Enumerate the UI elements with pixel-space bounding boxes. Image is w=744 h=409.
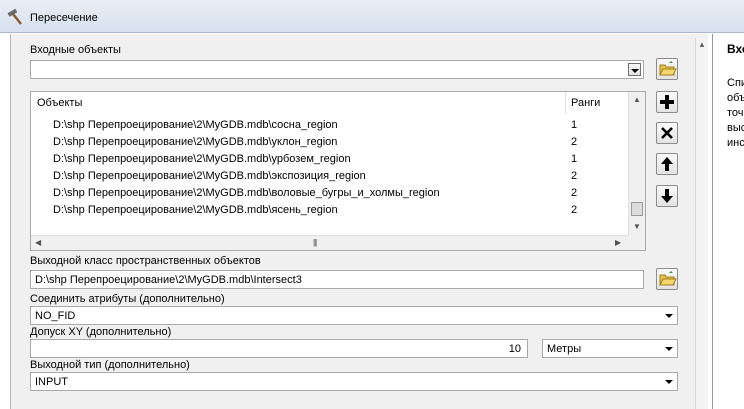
rank-value[interactable]: 2 [571, 136, 577, 148]
join-attributes-select[interactable]: NO_FID [30, 306, 678, 325]
arrow-up-icon [661, 157, 673, 171]
scroll-right-icon[interactable]: ▶ [615, 238, 621, 247]
arrow-down-icon [661, 189, 673, 203]
folder-open-icon [659, 61, 677, 76]
object-path: D:\shp Перепроецирование\2\MyGDB.mdb\экс… [53, 170, 366, 182]
browse-output-button[interactable] [656, 268, 678, 290]
scroll-grip-icon[interactable]: ||| [313, 238, 317, 247]
scroll-up-icon[interactable]: ▲ [633, 95, 641, 104]
output-type-label: Выходной тип (дополнительно) [30, 359, 190, 371]
chevron-down-icon [665, 347, 673, 351]
hammer-icon [7, 8, 22, 25]
rank-value[interactable]: 2 [571, 187, 577, 199]
object-path: D:\shp Перепроецирование\2\MyGDB.mdb\ясе… [53, 204, 338, 216]
column-header-objects[interactable]: Объекты [31, 92, 565, 114]
scroll-corner [628, 235, 645, 250]
output-type-select[interactable]: INPUT [30, 372, 678, 391]
chevron-down-icon [665, 380, 673, 384]
plus-icon [660, 95, 674, 109]
xy-tolerance-input[interactable]: 10 [30, 339, 528, 358]
help-text-line: точ [727, 107, 744, 119]
x-icon [661, 127, 673, 139]
object-path: D:\shp Перепроецирование\2\MyGDB.mdb\сос… [53, 119, 338, 131]
scroll-left-icon[interactable]: ◀ [35, 238, 41, 247]
column-header-ranks[interactable]: Ранги [565, 92, 628, 114]
table-row[interactable]: D:\shp Перепроецирование\2\MyGDB.mdb\экс… [31, 168, 627, 185]
help-title: Вхо [727, 42, 744, 56]
help-text-line: инс [727, 137, 744, 149]
xy-tolerance-unit-select[interactable]: Метры [542, 339, 678, 358]
rank-value[interactable]: 1 [571, 153, 577, 165]
table-row[interactable]: D:\shp Перепроецирование\2\MyGDB.mdb\ясе… [31, 202, 627, 219]
input-features-table: Объекты Ранги D:\shp Перепроецирование\2… [30, 91, 646, 251]
rank-value[interactable]: 1 [571, 119, 577, 131]
help-text-line: объ [727, 92, 744, 104]
title-bar: Пересечение [0, 0, 744, 33]
rank-value[interactable]: 2 [571, 170, 577, 182]
help-text-line: выс [727, 122, 744, 134]
xy-tolerance-label: Допуск XY (дополнительно) [30, 326, 172, 338]
object-path: D:\shp Перепроецирование\2\MyGDB.mdb\урб… [53, 153, 351, 165]
browse-input-button[interactable] [656, 58, 678, 80]
help-text-line: Спи [727, 77, 744, 89]
scroll-thumb[interactable] [631, 202, 643, 216]
output-label: Выходной класс пространственных объектов [30, 255, 261, 267]
object-path: D:\shp Перепроецирование\2\MyGDB.mdb\вол… [53, 187, 440, 199]
table-vertical-scrollbar[interactable]: ▲ ▼ [628, 92, 645, 235]
chevron-down-icon [631, 69, 639, 73]
chevron-down-icon [665, 314, 673, 318]
input-features-combo[interactable] [30, 60, 644, 79]
remove-row-button[interactable] [656, 122, 678, 144]
window-title: Пересечение [30, 12, 98, 24]
help-panel: Вхо Спи объ точ выс инс [712, 34, 744, 409]
rank-value[interactable]: 2 [571, 204, 577, 216]
move-up-button[interactable] [656, 153, 678, 175]
input-features-label: Входные объекты [30, 44, 121, 56]
scroll-down-icon[interactable]: ▼ [633, 222, 641, 231]
form-scrollbar[interactable] [695, 38, 708, 409]
object-path: D:\shp Перепроецирование\2\MyGDB.mdb\укл… [53, 136, 338, 148]
table-horizontal-scrollbar[interactable]: ◀ ||| ▶ [31, 235, 628, 250]
scroll-up-icon[interactable]: ▲ [697, 40, 707, 50]
table-row[interactable]: D:\shp Перепроецирование\2\MyGDB.mdb\укл… [31, 134, 627, 151]
join-attributes-label: Соединить атрибуты (дополнительно) [30, 293, 225, 305]
table-row[interactable]: D:\shp Перепроецирование\2\MyGDB.mdb\сос… [31, 117, 627, 134]
output-path-input[interactable]: D:\shp Перепроецирование\2\MyGDB.mdb\Int… [30, 270, 644, 289]
folder-open-icon [659, 271, 677, 286]
add-row-button[interactable] [656, 91, 678, 113]
table-row[interactable]: D:\shp Перепроецирование\2\MyGDB.mdb\вол… [31, 185, 627, 202]
move-down-button[interactable] [656, 185, 678, 207]
table-row[interactable]: D:\shp Перепроецирование\2\MyGDB.mdb\урб… [31, 151, 627, 168]
